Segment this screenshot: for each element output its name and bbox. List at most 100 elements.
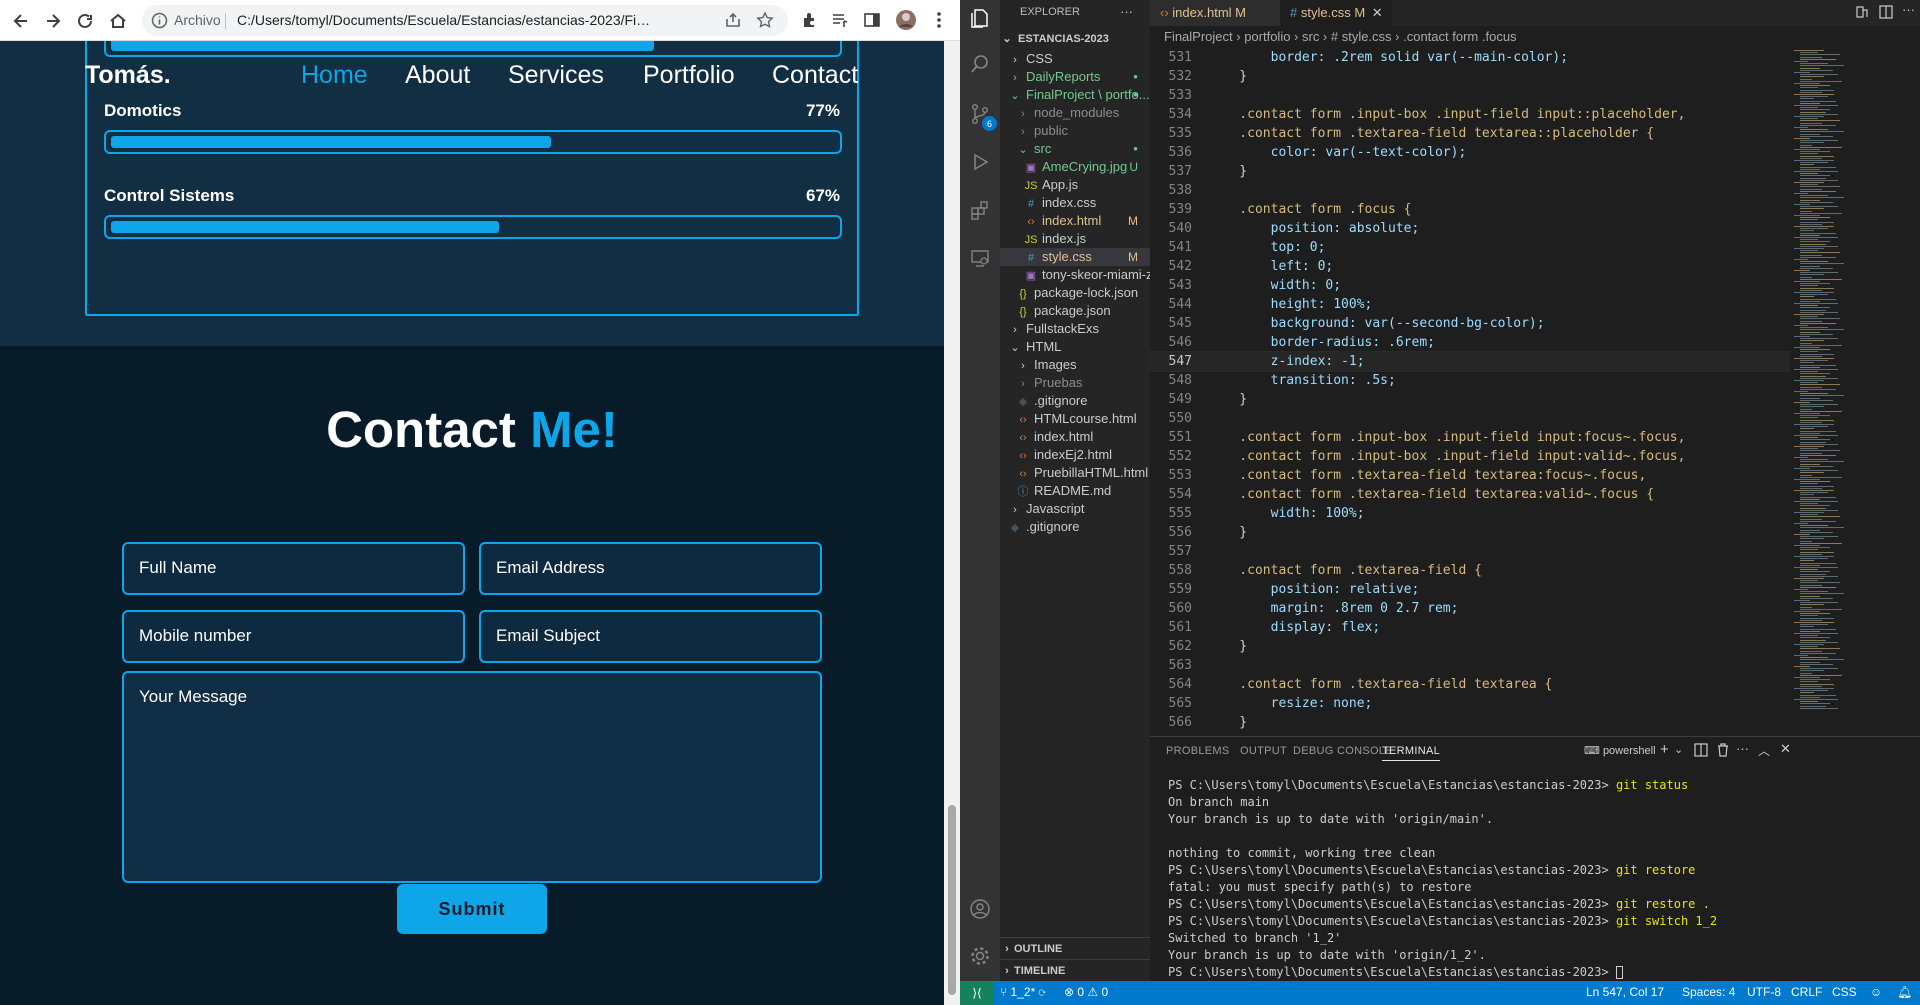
tree-item[interactable]: ⌄ FinalProject \ portfo... ● — [1000, 86, 1150, 104]
code-line[interactable]: 531 border: .2rem solid var(--main-color… — [1150, 48, 1800, 67]
tree-item[interactable]: › Images — [1000, 356, 1150, 374]
code-line[interactable]: 542 left: 0; — [1150, 257, 1800, 276]
code-line[interactable]: 540 position: absolute; — [1150, 219, 1800, 238]
submit-button[interactable]: Submit — [397, 884, 547, 934]
feedback-icon[interactable]: ☺ — [1870, 985, 1882, 999]
code-line[interactable]: 556 } — [1150, 523, 1800, 542]
media-queue-icon[interactable] — [828, 8, 852, 32]
code-line[interactable]: 562 } — [1150, 637, 1800, 656]
tree-item[interactable]: ‹› PruebillaHTML.html — [1000, 464, 1150, 482]
tree-item[interactable]: ▣ tony-skeor-miami-z.jpg — [1000, 266, 1174, 284]
explorer-more-icon[interactable]: ··· — [1120, 4, 1133, 19]
close-icon[interactable]: ✕ — [1372, 5, 1383, 20]
cursor-position[interactable]: Ln 547, Col 17 — [1586, 985, 1664, 999]
tree-item[interactable]: › Pruebas — [1000, 374, 1150, 392]
close-panel-icon[interactable]: ✕ — [1780, 741, 1791, 757]
explorer-icon[interactable] — [968, 6, 992, 30]
code-line[interactable]: 560 margin: .8rem 0 2.7 rem; — [1150, 599, 1800, 618]
workspace-header[interactable]: ⌄ ESTANCIAS-2023 — [1000, 28, 1150, 50]
branch-indicator[interactable]: ⑂ 1_2* ⟳ — [1000, 985, 1046, 999]
tab-style-css[interactable]: # style.css M ✕ — [1280, 0, 1392, 26]
code-line[interactable]: 563 — [1150, 656, 1800, 675]
bell-icon[interactable]: 🔔︎ — [1897, 985, 1912, 999]
code-line[interactable]: 555 width: 100%; — [1150, 504, 1800, 523]
code-line[interactable]: 541 top: 0; — [1150, 238, 1800, 257]
panel-more-icon[interactable]: ··· — [1736, 741, 1749, 756]
code-line[interactable]: 554 .contact form .textarea-field textar… — [1150, 485, 1800, 504]
code-line[interactable]: 557 — [1150, 542, 1800, 561]
browser-menu-icon[interactable] — [927, 8, 951, 32]
code-line[interactable]: 552 .contact form .input-box .input-fiel… — [1150, 447, 1800, 466]
tab-debug-console[interactable]: DEBUG CONSOLE — [1293, 745, 1393, 757]
remote-indicator[interactable]: ⟩⟨ — [960, 981, 994, 1005]
accounts-icon[interactable] — [968, 897, 992, 921]
nav-home[interactable]: Home — [301, 61, 368, 90]
tree-item[interactable]: JS index.js — [1000, 230, 1150, 248]
message-textarea[interactable]: Your Message — [122, 671, 822, 883]
page-scrollbar[interactable] — [944, 41, 960, 1005]
tree-item[interactable]: ‹› HTMLcourse.html — [1000, 410, 1150, 428]
indentation[interactable]: Spaces: 4 — [1682, 985, 1735, 999]
code-line[interactable]: 564 .contact form .textarea-field textar… — [1150, 675, 1800, 694]
timeline-section[interactable]: › TIMELINE — [1000, 959, 1150, 981]
mobile-number-input[interactable]: Mobile number — [122, 610, 465, 663]
problems-indicator[interactable]: ⊗ 0 ⚠ 0 — [1064, 985, 1108, 999]
code-line[interactable]: 537 } — [1150, 162, 1800, 181]
code-line[interactable]: 559 position: relative; — [1150, 580, 1800, 599]
source-control-icon[interactable]: 6 — [968, 102, 997, 131]
tree-item[interactable]: ⌄ HTML — [1000, 338, 1150, 356]
code-line[interactable]: 550 — [1150, 409, 1800, 428]
minimap[interactable] — [1790, 48, 1905, 736]
tree-item[interactable]: JS App.js — [1000, 176, 1150, 194]
code-line[interactable]: 546 border-radius: .6rem; — [1150, 333, 1800, 352]
code-line[interactable]: 549 } — [1150, 390, 1800, 409]
tree-item[interactable]: › DailyReports ● — [1000, 68, 1150, 86]
tree-item[interactable]: › public — [1000, 122, 1150, 140]
code-line[interactable]: 551 .contact form .input-box .input-fiel… — [1150, 428, 1800, 447]
code-line[interactable]: 535 .contact form .textarea-field textar… — [1150, 124, 1800, 143]
code-line[interactable]: 558 .contact form .textarea-field { — [1150, 561, 1800, 580]
outline-section[interactable]: › OUTLINE — [1000, 937, 1150, 959]
reload-icon[interactable] — [72, 8, 98, 34]
side-panel-icon[interactable] — [860, 8, 884, 32]
profile-avatar[interactable] — [894, 8, 918, 32]
encoding[interactable]: UTF-8 — [1747, 985, 1781, 999]
forward-icon[interactable] — [40, 8, 66, 34]
code-line[interactable]: 545 background: var(--second-bg-color); — [1150, 314, 1800, 333]
tree-item[interactable]: › node_modules — [1000, 104, 1150, 122]
new-terminal-icon[interactable]: + — [1660, 741, 1669, 758]
code-line[interactable]: 544 height: 100%; — [1150, 295, 1800, 314]
language-mode[interactable]: CSS — [1832, 985, 1857, 999]
tree-item[interactable]: › FullstackExs — [1000, 320, 1150, 338]
tab-terminal[interactable]: TERMINAL — [1382, 745, 1441, 761]
back-icon[interactable] — [8, 8, 34, 34]
tree-item[interactable]: ◆ .gitignore — [1000, 518, 1150, 536]
compare-changes-icon[interactable] — [1854, 4, 1870, 23]
code-line[interactable]: 548 transition: .5s; — [1150, 371, 1800, 390]
code-line[interactable]: 565 resize: none; — [1150, 694, 1800, 713]
full-name-input[interactable]: Full Name — [122, 542, 465, 595]
code-line[interactable]: 553 .contact form .textarea-field textar… — [1150, 466, 1800, 485]
code-line[interactable]: 543 width: 0; — [1150, 276, 1800, 295]
code-line[interactable]: 561 display: flex; — [1150, 618, 1800, 637]
site-logo[interactable]: Tomás. — [85, 61, 171, 90]
tree-item[interactable]: ‹› indexEj2.html — [1000, 446, 1150, 464]
code-editor[interactable]: 531 border: .2rem solid var(--main-color… — [1149, 48, 1920, 736]
extensions-icon[interactable] — [968, 198, 992, 222]
code-line[interactable]: 532 } — [1150, 67, 1800, 86]
tree-item[interactable]: ‹› index.html — [1000, 428, 1150, 446]
home-icon[interactable] — [105, 8, 131, 34]
trash-icon[interactable] — [1716, 743, 1730, 760]
tree-item[interactable]: # index.css — [1000, 194, 1150, 212]
tab-index-html[interactable]: ‹› index.html M — [1150, 0, 1280, 26]
nav-services[interactable]: Services — [508, 61, 604, 90]
code-line[interactable]: 539 .contact form .focus { — [1150, 200, 1800, 219]
nav-portfolio[interactable]: Portfolio — [643, 61, 735, 90]
search-icon[interactable] — [968, 52, 992, 76]
nav-contact[interactable]: Contact — [772, 61, 858, 90]
breadcrumb[interactable]: FinalProject › portfolio › src › # style… — [1150, 26, 1920, 48]
split-terminal-icon[interactable] — [1694, 743, 1708, 760]
run-debug-icon[interactable] — [968, 150, 992, 174]
code-line[interactable]: 547 z-index: -1; — [1149, 351, 1801, 372]
tab-output[interactable]: OUTPUT — [1240, 745, 1287, 757]
